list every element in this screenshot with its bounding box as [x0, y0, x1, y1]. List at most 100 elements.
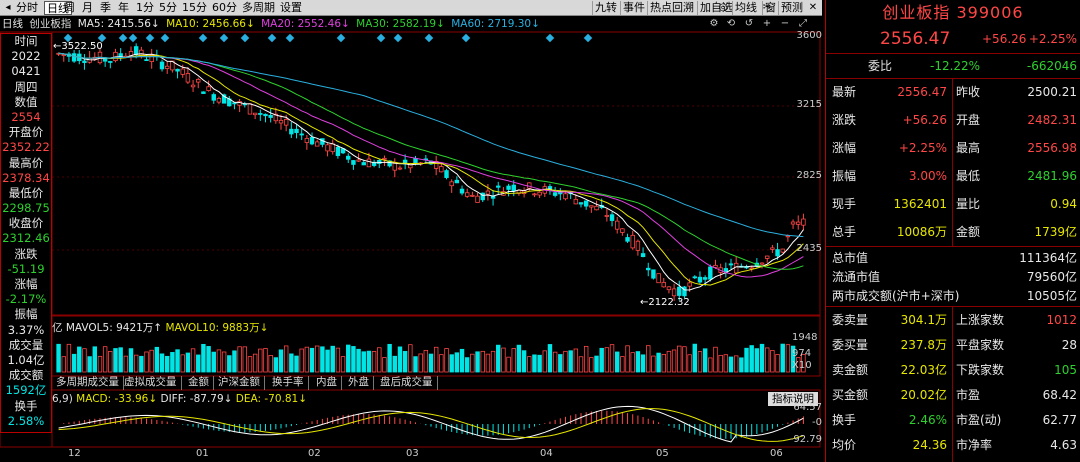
tab-hs-amount[interactable]: 沪深金额 [214, 376, 265, 390]
candle-body [82, 60, 87, 63]
volume-bar [723, 354, 729, 373]
ma-button[interactable]: 均线 [732, 1, 759, 15]
volume-bar [227, 355, 232, 373]
candle-body [728, 263, 734, 266]
candle-body [309, 137, 315, 145]
event-markers [63, 33, 593, 43]
volume-bar [71, 353, 77, 373]
book-label: 委卖量 [832, 313, 869, 327]
hot-review-button[interactable]: 热点回溯 [647, 1, 696, 15]
volume-bar [516, 344, 522, 373]
tab-5min[interactable]: 5分 [157, 1, 179, 15]
volume-bar [552, 351, 558, 373]
ma10-line [58, 52, 804, 286]
candle-body [397, 167, 403, 170]
book-label: 卖金额 [832, 363, 869, 377]
volume-bar [521, 350, 527, 373]
nine-turn-button[interactable]: 九转 [592, 1, 619, 15]
tab-outer[interactable]: 外盘 [344, 376, 374, 390]
volume-bar [268, 355, 273, 373]
volume-bar [640, 354, 646, 373]
tab-after-hours[interactable]: 盘后成交量 [376, 376, 438, 390]
link-icon[interactable]: ⟲ [724, 17, 738, 31]
tab-zhou[interactable]: 周 [62, 1, 77, 15]
market-value: 111364亿 [1019, 251, 1077, 265]
quote-row: 振幅 3.00% 最低 2481.96 [826, 166, 1080, 186]
volume-bar [387, 343, 392, 373]
vol-axis-mid: 974 [792, 348, 812, 359]
candle-body [247, 103, 253, 115]
candle-body [635, 240, 641, 251]
tab-15min[interactable]: 15分 [180, 1, 209, 15]
volume-bar [221, 351, 227, 373]
forecast-button[interactable]: 预测 [778, 1, 805, 15]
volume-bar [108, 351, 113, 373]
tab-1min[interactable]: 1分 [134, 1, 156, 15]
volume-bar [283, 345, 289, 373]
candle-body [459, 188, 465, 194]
info-value: 2312.46 [2, 231, 50, 246]
tab-settings[interactable]: 设置 [278, 1, 304, 15]
candle-body [708, 266, 713, 280]
tab-fenshi[interactable]: 分时 [14, 1, 40, 15]
volume-bar [149, 349, 154, 373]
tab-turnover[interactable]: 换手率 [268, 376, 309, 390]
close-icon[interactable]: ✕ [806, 1, 820, 15]
volume-bar [206, 346, 211, 373]
volume-legend: 亿 MAVOL5: 9421万↑ MAVOL10: 9883万↓ [52, 320, 268, 335]
low-marker: ←2122.32 [640, 297, 690, 308]
volume-bar [273, 357, 279, 373]
compare-icon[interactable]: ◎ [716, 1, 730, 15]
volume-bar [563, 350, 568, 373]
indicator-tabs: 多周期成交量 虚拟成交量 金额 沪深金额 换手率 内盘 外盘 盘后成交量 [52, 376, 770, 390]
zoom-in-icon[interactable]: + [760, 17, 774, 31]
price-axis-3600: 3600 [796, 30, 822, 41]
volume-bar [392, 355, 398, 373]
volume-bar [82, 348, 87, 373]
toolbar-left-arrow-icon[interactable]: ◂ [1, 1, 15, 15]
candle-body [102, 58, 108, 62]
tab-multi-period[interactable]: 多周期 [240, 1, 277, 15]
info-value: 3.37% [7, 322, 45, 337]
candle-body [687, 282, 692, 287]
tab-multi-volume[interactable]: 多周期成交量 [52, 376, 124, 390]
info-label: 振幅 [14, 307, 38, 322]
tab-yue[interactable]: 月 [80, 1, 95, 15]
volume-bar [666, 350, 672, 373]
events-button[interactable]: 事件 [620, 1, 647, 15]
volume-bar [527, 356, 532, 373]
volume-bar [692, 343, 698, 373]
volume-bar [278, 349, 284, 373]
volume-bar [646, 345, 651, 373]
volume-bar [542, 350, 548, 373]
price-axis-2825: 2825 [796, 170, 822, 181]
candle-body [211, 94, 216, 101]
tab-ji[interactable]: 季 [98, 1, 113, 15]
info-value: 2022 [11, 49, 41, 64]
tab-nian[interactable]: 年 [116, 1, 131, 15]
info-label: 最低价 [8, 185, 44, 200]
event-marker-icon [336, 33, 346, 43]
date-06: 06 [770, 448, 783, 459]
tab-virtual-volume[interactable]: 虚拟成交量 [120, 376, 182, 390]
volume-bar [671, 349, 677, 373]
candle-body [764, 255, 770, 259]
settings-icon[interactable]: ↺ [742, 17, 756, 31]
tab-60min[interactable]: 60分 [210, 1, 239, 15]
expand-icon[interactable]: ⤢ [796, 17, 810, 31]
event-marker-icon [128, 33, 138, 43]
candle-body [537, 191, 542, 196]
book-value: 62.77 [1042, 413, 1077, 427]
candle-body [496, 185, 501, 188]
volume-bar [216, 349, 222, 373]
volume-bar [87, 356, 92, 373]
candle-body [439, 166, 444, 173]
window-button[interactable]: 窗 [762, 1, 778, 15]
tab-amount[interactable]: 金额 [184, 376, 214, 390]
candle-body [470, 194, 475, 197]
macd-value: MACD: -33.96↓ [76, 393, 158, 405]
zoom-icon[interactable]: ⚙ [707, 17, 721, 31]
info-value: -51.19 [7, 261, 45, 276]
zoom-out-icon[interactable]: − [778, 17, 792, 31]
tab-inner[interactable]: 内盘 [312, 376, 342, 390]
